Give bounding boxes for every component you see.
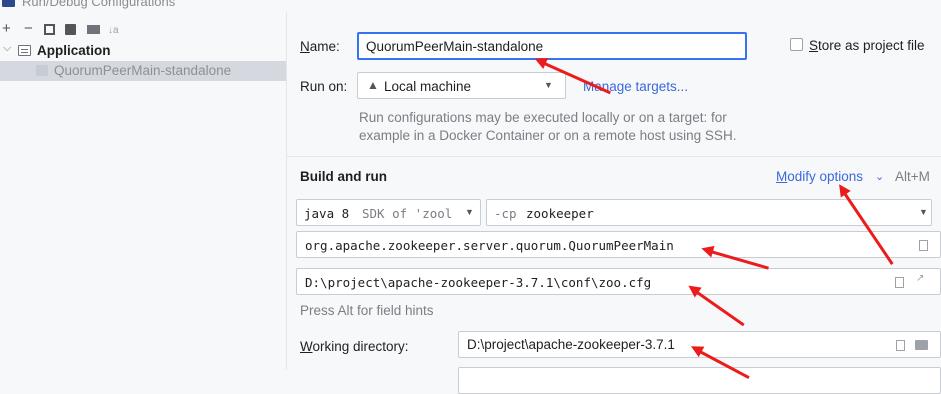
- run-on-info-line1: Run configurations may be executed local…: [359, 110, 727, 125]
- working-directory-label: Working directory:: [300, 339, 409, 354]
- field-hint: Press Alt for field hints: [300, 303, 434, 318]
- copy-icon[interactable]: [44, 24, 55, 35]
- configurations-tree-pane: + − ↓a ⌵ Application QuorumPeerMain-stan…: [0, 12, 287, 370]
- modify-options-link[interactable]: Modify options: [776, 169, 863, 184]
- tree-item-quorumpeermain[interactable]: QuorumPeerMain-standalone: [0, 61, 286, 81]
- chevron-down-icon[interactable]: ⌵: [3, 42, 11, 55]
- run-on-info-line2: example in a Docker Container or on a re…: [359, 128, 737, 143]
- browse-icon[interactable]: [919, 240, 928, 251]
- application-icon: [18, 45, 31, 56]
- jdk-select[interactable]: java 8 SDK of 'zool ▼: [296, 199, 481, 226]
- sort-icon[interactable]: ↓a: [108, 24, 119, 38]
- run-config-icon: [36, 65, 48, 76]
- main-class-input[interactable]: org.apache.zookeeper.server.quorum.Quoru…: [296, 231, 941, 258]
- name-input[interactable]: QuorumPeerMain-standalone: [357, 32, 747, 60]
- insert-macro-icon[interactable]: [896, 340, 905, 351]
- modify-options-shortcut: Alt+M: [895, 169, 930, 184]
- store-as-project-label[interactable]: Store as project file: [809, 38, 925, 53]
- chevron-down-icon[interactable]: ⌄: [875, 170, 884, 183]
- folder-icon[interactable]: [915, 340, 928, 350]
- home-icon: ▲: [367, 78, 379, 92]
- name-label: Name:: [300, 39, 340, 54]
- add-icon[interactable]: +: [2, 21, 11, 36]
- tree-item-application[interactable]: ⌵ Application: [0, 41, 286, 61]
- insert-macro-icon[interactable]: [895, 277, 904, 288]
- expand-icon[interactable]: ↗: [916, 273, 924, 284]
- remove-icon[interactable]: −: [24, 21, 33, 36]
- tree-item-label: QuorumPeerMain-standalone: [54, 63, 232, 78]
- section-divider: [287, 156, 941, 157]
- chevron-down-icon[interactable]: ▼: [544, 80, 553, 90]
- build-and-run-title: Build and run: [300, 169, 387, 184]
- save-icon[interactable]: [65, 24, 76, 35]
- store-as-project-checkbox[interactable]: [790, 38, 803, 51]
- configuration-editor: Name: QuorumPeerMain-standalone Store as…: [287, 12, 941, 394]
- next-field-input[interactable]: [458, 367, 941, 394]
- app-icon: [2, 0, 15, 7]
- chevron-down-icon[interactable]: ▼: [919, 207, 928, 217]
- run-on-label: Run on:: [300, 79, 348, 94]
- chevron-down-icon[interactable]: ▼: [465, 207, 474, 217]
- program-arguments-input[interactable]: D:\project\apache-zookeeper-3.7.1\conf\z…: [296, 268, 941, 295]
- run-on-select[interactable]: ▲ Local machine ▼: [357, 72, 566, 99]
- move-to-folder-icon[interactable]: [87, 25, 100, 34]
- tree-item-label: Application: [37, 43, 111, 58]
- window-title: Run/Debug Configurations: [22, 0, 176, 9]
- title-bar: Run/Debug Configurations: [0, 0, 941, 12]
